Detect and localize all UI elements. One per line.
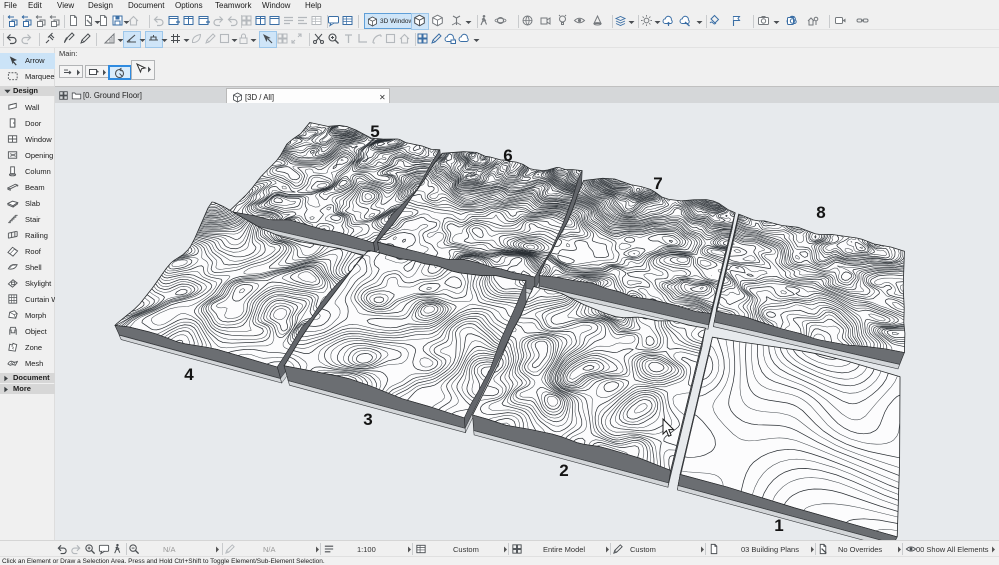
svg-text:3: 3 (363, 410, 372, 429)
svg-text:4: 4 (184, 365, 194, 384)
svg-text:7: 7 (653, 174, 662, 193)
svg-text:1: 1 (774, 516, 783, 535)
svg-text:5: 5 (370, 122, 379, 141)
svg-text:8: 8 (816, 203, 825, 222)
svg-text:6: 6 (503, 146, 512, 165)
svg-text:2: 2 (559, 461, 568, 480)
